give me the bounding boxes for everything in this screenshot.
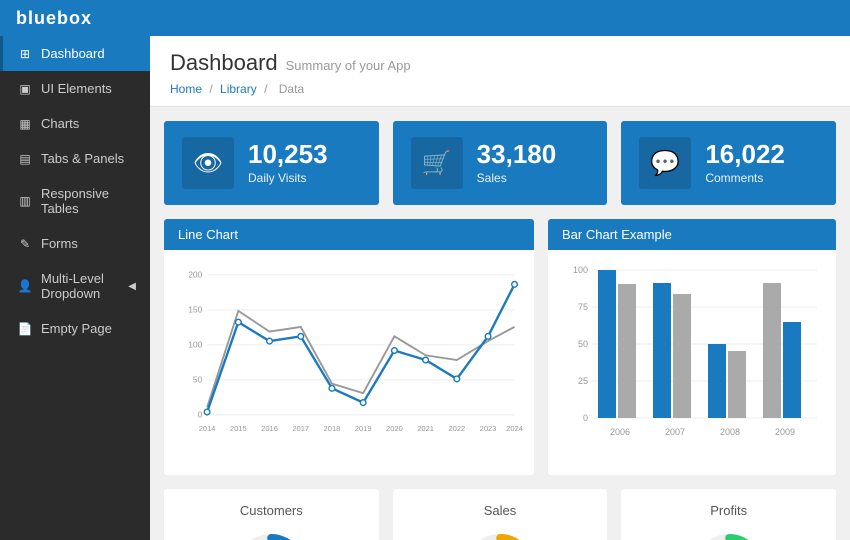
svg-text:2019: 2019 <box>355 424 372 433</box>
svg-text:2006: 2006 <box>610 427 630 437</box>
svg-text:100: 100 <box>573 265 588 275</box>
sidebar-item-tabs-panels[interactable]: ▤ Tabs & Panels <box>0 141 150 176</box>
svg-text:2023: 2023 <box>480 424 497 433</box>
breadcrumb-home[interactable]: Home <box>170 82 202 96</box>
profits-title: Profits <box>635 503 822 518</box>
svg-text:50: 50 <box>578 339 588 349</box>
sidebar-item-dashboard[interactable]: ⊞ Dashboard <box>0 36 150 71</box>
daily-visits-info: 10,253 Daily Visits <box>248 141 328 185</box>
sidebar-item-forms[interactable]: ✎ Forms <box>0 226 150 261</box>
daily-visits-icon: 👁 <box>182 137 234 189</box>
sales-label: Sales <box>477 171 557 185</box>
ui-elements-icon: ▣ <box>17 82 33 96</box>
svg-text:2022: 2022 <box>448 424 465 433</box>
page-title-row: Dashboard Summary of your App <box>170 50 830 76</box>
comments-icon: 💬 <box>639 137 691 189</box>
brand-logo: bluebox <box>16 8 92 29</box>
responsive-tables-icon: ▥ <box>17 194 33 208</box>
svg-text:25: 25 <box>578 376 588 386</box>
page-title: Dashboard <box>170 50 278 76</box>
svg-text:0: 0 <box>583 413 588 423</box>
svg-text:2015: 2015 <box>230 424 247 433</box>
breadcrumb-current: Data <box>279 82 304 96</box>
sidebar: ⊞ Dashboard ▣ UI Elements ▦ Charts ▤ Tab… <box>0 36 150 540</box>
dashboard-icon: ⊞ <box>17 47 33 61</box>
svg-text:2007: 2007 <box>665 427 685 437</box>
sidebar-item-ui-elements[interactable]: ▣ UI Elements <box>0 71 150 106</box>
profits-donut <box>689 528 769 540</box>
main-layout: ⊞ Dashboard ▣ UI Elements ▦ Charts ▤ Tab… <box>0 36 850 540</box>
svg-text:150: 150 <box>188 305 202 315</box>
comments-info: 16,022 Comments <box>705 141 785 185</box>
tabs-panels-label: Tabs & Panels <box>41 151 136 166</box>
svg-text:2020: 2020 <box>386 424 403 433</box>
svg-text:100: 100 <box>188 340 202 350</box>
line-chart-svg: 200 150 100 50 0 2014 2015 2016 2017 201… <box>174 260 524 460</box>
breadcrumb: Home / Library / Data <box>170 82 830 96</box>
stat-card-daily-visits: 👁 10,253 Daily Visits <box>164 121 379 205</box>
sidebar-item-empty-page[interactable]: 📄 Empty Page <box>0 311 150 346</box>
daily-visits-value: 10,253 <box>248 141 328 167</box>
bottom-row: Customers Sales Profits <box>150 475 850 540</box>
sidebar-item-charts[interactable]: ▦ Charts <box>0 106 150 141</box>
multi-level-icon: 👤 <box>17 279 33 293</box>
daily-visits-label: Daily Visits <box>248 171 328 185</box>
svg-text:2009: 2009 <box>775 427 795 437</box>
charts-icon: ▦ <box>17 117 33 131</box>
sales-info: 33,180 Sales <box>477 141 557 185</box>
content-area: Dashboard Summary of your App Home / Lib… <box>150 36 850 540</box>
breadcrumb-library[interactable]: Library <box>220 82 257 96</box>
topbar: bluebox <box>0 0 850 36</box>
dashboard-label: Dashboard <box>41 46 136 61</box>
sales-title: Sales <box>407 503 594 518</box>
stats-row: 👁 10,253 Daily Visits 🛒 33,180 Sales 💬 1… <box>150 107 850 205</box>
svg-text:2021: 2021 <box>417 424 434 433</box>
line-chart-body: 200 150 100 50 0 2014 2015 2016 2017 201… <box>164 250 534 475</box>
svg-text:75: 75 <box>578 302 588 312</box>
sales-donut <box>460 528 540 540</box>
svg-text:2024: 2024 <box>506 424 523 433</box>
sidebar-item-responsive-tables[interactable]: ▥ Responsive Tables <box>0 176 150 226</box>
stat-card-comments: 💬 16,022 Comments <box>621 121 836 205</box>
sales-icon: 🛒 <box>411 137 463 189</box>
forms-icon: ✎ <box>17 237 33 251</box>
svg-text:50: 50 <box>193 375 203 385</box>
svg-text:2018: 2018 <box>324 424 341 433</box>
svg-text:0: 0 <box>198 410 203 420</box>
bar-chart-svg: 100 75 50 25 0 2006 2007 2008 2009 <box>558 260 826 460</box>
mini-chart-sales: Sales <box>393 489 608 540</box>
charts-label: Charts <box>41 116 136 131</box>
comments-label: Comments <box>705 171 785 185</box>
forms-label: Forms <box>41 236 136 251</box>
sales-value: 33,180 <box>477 141 557 167</box>
customers-title: Customers <box>178 503 365 518</box>
line-chart-title: Line Chart <box>164 219 534 250</box>
page-header: Dashboard Summary of your App Home / Lib… <box>150 36 850 107</box>
ui-elements-label: UI Elements <box>41 81 136 96</box>
empty-page-icon: 📄 <box>17 322 33 336</box>
mini-chart-customers: Customers <box>164 489 379 540</box>
charts-row: Line Chart 200 150 100 50 0 <box>150 205 850 475</box>
bar-chart-card: Bar Chart Example 100 75 50 25 <box>548 219 836 475</box>
line-chart-card: Line Chart 200 150 100 50 0 <box>164 219 534 475</box>
svg-text:2016: 2016 <box>261 424 278 433</box>
svg-text:200: 200 <box>188 270 202 280</box>
comments-value: 16,022 <box>705 141 785 167</box>
multi-level-label: Multi-Level Dropdown <box>41 271 120 301</box>
svg-text:2017: 2017 <box>292 424 309 433</box>
bar-chart-body: 100 75 50 25 0 2006 2007 2008 2009 <box>548 250 836 475</box>
multi-level-arrow: ◀ <box>128 281 136 292</box>
svg-text:2014: 2014 <box>199 424 216 433</box>
responsive-tables-label: Responsive Tables <box>41 186 136 216</box>
page-subtitle: Summary of your App <box>286 58 411 73</box>
mini-chart-profits: Profits <box>621 489 836 540</box>
stat-card-sales: 🛒 33,180 Sales <box>393 121 608 205</box>
tabs-panels-icon: ▤ <box>17 152 33 166</box>
sidebar-item-multi-level[interactable]: 👤 Multi-Level Dropdown ◀ <box>0 261 150 311</box>
empty-page-label: Empty Page <box>41 321 136 336</box>
customers-donut <box>231 528 311 540</box>
bar-chart-title: Bar Chart Example <box>548 219 836 250</box>
svg-text:2008: 2008 <box>720 427 740 437</box>
